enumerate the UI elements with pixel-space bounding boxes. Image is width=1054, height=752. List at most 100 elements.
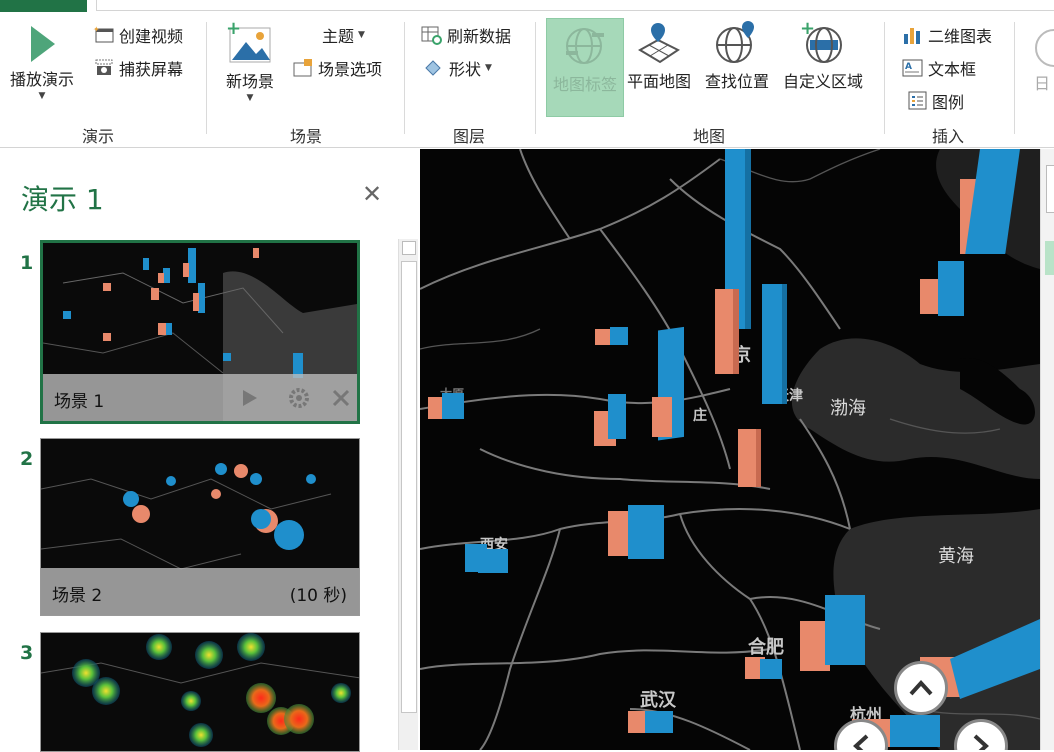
chevron-right-icon <box>973 734 989 750</box>
scene-thumbnail-2[interactable]: 场景 2 (10 秒) <box>40 438 360 616</box>
play-tour-label: 播放演示 <box>10 70 75 89</box>
tour-pane-scrollbar[interactable] <box>398 239 418 750</box>
new-scene-icon: + <box>226 20 271 63</box>
chart-2d-label: 二维图表 <box>928 27 993 46</box>
create-video-button[interactable]: ✦ 创建视频 <box>93 23 183 47</box>
map-labels-label: 地图标签 <box>552 75 617 94</box>
themes-button[interactable]: 主题 ▼ <box>322 23 365 47</box>
time-icon <box>1035 29 1054 67</box>
group-separator <box>535 22 536 134</box>
scene-name: 场景 2 <box>52 586 103 606</box>
svg-text:+: + <box>226 20 241 39</box>
group-separator <box>404 22 405 134</box>
map-labels-icon <box>566 28 604 64</box>
text-box-label: 文本框 <box>928 60 977 79</box>
chart-2d-button[interactable]: 二维图表 <box>902 23 992 47</box>
chevron-down-icon: ▼ <box>246 93 254 103</box>
tilt-up-button[interactable] <box>894 661 948 715</box>
scene-name: 场景 1 <box>54 392 105 412</box>
chevron-up-icon <box>909 680 933 696</box>
text-box-icon: A <box>902 59 923 77</box>
close-icon[interactable]: ✕ <box>362 180 382 208</box>
right-side-strip <box>1040 149 1054 750</box>
refresh-data-icon <box>421 26 442 45</box>
scene-2-caption-bar: 场景 2 (10 秒) <box>41 568 359 615</box>
chevron-down-icon: ▼ <box>38 91 46 101</box>
column-zhengzhou <box>608 505 664 559</box>
column-northeast <box>920 149 1020 316</box>
find-location-icon <box>716 21 754 63</box>
scene-number: 1 <box>20 252 34 274</box>
flat-map-label: 平面地图 <box>627 72 692 91</box>
svg-text:+: + <box>800 20 815 39</box>
svg-text:A: A <box>905 62 912 72</box>
find-location-button[interactable]: 查找位置 <box>705 20 769 92</box>
shapes-icon <box>425 60 441 76</box>
find-location-label: 查找位置 <box>705 72 770 91</box>
themes-label: 主题 <box>322 27 355 46</box>
scene-number: 3 <box>20 642 34 664</box>
text-box-button[interactable]: A 文本框 <box>902 56 976 80</box>
side-panel-tab[interactable] <box>1046 165 1054 213</box>
group-separator <box>206 22 207 134</box>
chevron-down-icon: ▼ <box>485 62 492 73</box>
scene-options-label: 场景选项 <box>318 60 383 79</box>
legend-button[interactable]: 图例 <box>908 89 964 113</box>
column-xian <box>465 544 508 573</box>
column-north-west <box>595 327 628 345</box>
column-west-1 <box>428 393 464 419</box>
map-view[interactable]: 北京 天津 渤海 黄海 西安 合肥 武汉 杭州 庄 太原 <box>420 149 1040 750</box>
ribbon-tab-strip <box>0 0 1054 12</box>
scene-3-preview-image <box>41 633 359 751</box>
insert-group-label: 插入 <box>932 127 965 146</box>
legend-label: 图例 <box>932 93 965 112</box>
refresh-data-label: 刷新数据 <box>447 27 512 46</box>
custom-regions-icon: + <box>800 20 842 63</box>
play-icon[interactable] <box>239 388 259 408</box>
column-nanjing <box>800 595 865 671</box>
active-tab-indicator[interactable] <box>0 0 87 12</box>
shapes-label: 形状 <box>449 60 482 79</box>
flat-map-icon <box>638 23 680 64</box>
custom-regions-button[interactable]: + 自定义区域 <box>783 20 863 92</box>
gear-icon[interactable] <box>287 386 311 410</box>
column-shijiazhuang <box>652 326 684 441</box>
shapes-button[interactable]: 形状 ▼ <box>423 56 492 80</box>
map-group-label: 地图 <box>693 127 726 146</box>
next-group-partial-button[interactable]: 日 <box>1030 28 1054 94</box>
scene-duration: (10 秒) <box>289 586 347 606</box>
chevron-left-icon <box>853 734 869 750</box>
play-tour-button[interactable]: 播放演示 ▼ <box>10 24 74 101</box>
new-scene-label: 新场景 <box>226 72 275 91</box>
svg-text:✦: ✦ <box>93 25 100 34</box>
scene-number: 2 <box>20 448 34 470</box>
column-beijing-salmon <box>715 289 739 374</box>
scrollbar-thumb[interactable] <box>401 261 417 713</box>
scene-options-button[interactable]: 场景选项 <box>292 56 382 80</box>
group-separator <box>1014 22 1015 134</box>
chevron-down-icon: ▼ <box>358 29 365 40</box>
play-icon <box>31 26 55 62</box>
column-tianjin-salmon <box>738 429 761 487</box>
capture-screen-label: 捕获屏幕 <box>119 60 184 79</box>
flat-map-button[interactable]: 平面地图 <box>627 20 691 92</box>
layer-group-label: 图层 <box>453 127 486 146</box>
capture-screen-button[interactable]: 捕获屏幕 <box>93 56 183 80</box>
column-tianjin-blue <box>762 284 787 404</box>
film-icon: ✦ <box>93 25 114 43</box>
scroll-up-icon[interactable] <box>402 241 416 255</box>
group-separator <box>884 22 885 134</box>
camera-icon <box>95 59 113 75</box>
tour-group-label: 演示 <box>82 127 115 146</box>
delete-icon[interactable] <box>331 388 351 408</box>
refresh-data-button[interactable]: 刷新数据 <box>421 23 511 47</box>
column-wuhan <box>628 711 673 733</box>
scene-thumbnail-3[interactable] <box>40 632 360 752</box>
map-labels-button[interactable]: 地图标签 <box>546 18 624 117</box>
next-group-partial-label: 日 <box>1033 74 1050 93</box>
map-data-columns <box>428 149 1040 747</box>
scene-thumbnail-1[interactable]: 场景 1 <box>40 240 360 424</box>
new-scene-button[interactable]: + 新场景 ▼ <box>226 20 274 103</box>
ribbon: 播放演示 ▼ ✦ 创建视频 捕获屏幕 演示 + 新场景 ▼ 主题 ▼ 场景选项 … <box>0 0 1054 148</box>
tour-pane-title: 演示 1 <box>21 183 104 216</box>
